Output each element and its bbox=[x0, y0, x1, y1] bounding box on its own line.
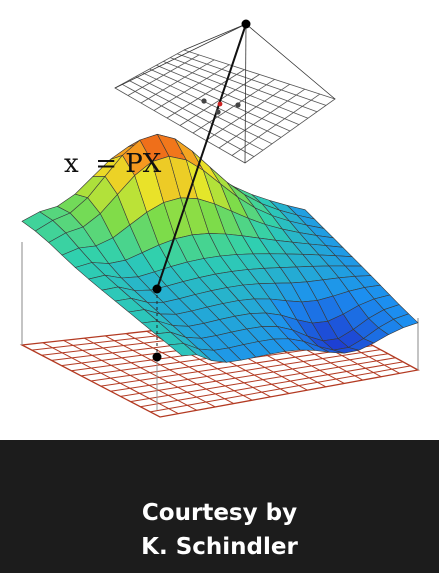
projected-point-x bbox=[217, 101, 223, 107]
camera-center-point bbox=[241, 19, 251, 29]
slide: x = PX Courtesy by K. Schindler bbox=[0, 0, 439, 573]
projection-equation: x = PX bbox=[64, 149, 162, 179]
caption-line-2: K. Schindler bbox=[141, 534, 298, 560]
projection-figure: x = PX bbox=[19, 19, 420, 418]
caption-bar: Courtesy by K. Schindler bbox=[0, 440, 439, 573]
figure-panel: x = PX bbox=[0, 0, 439, 440]
ground-point bbox=[152, 352, 162, 362]
world-point-X bbox=[152, 284, 162, 294]
caption-line-1: Courtesy by bbox=[141, 500, 298, 526]
